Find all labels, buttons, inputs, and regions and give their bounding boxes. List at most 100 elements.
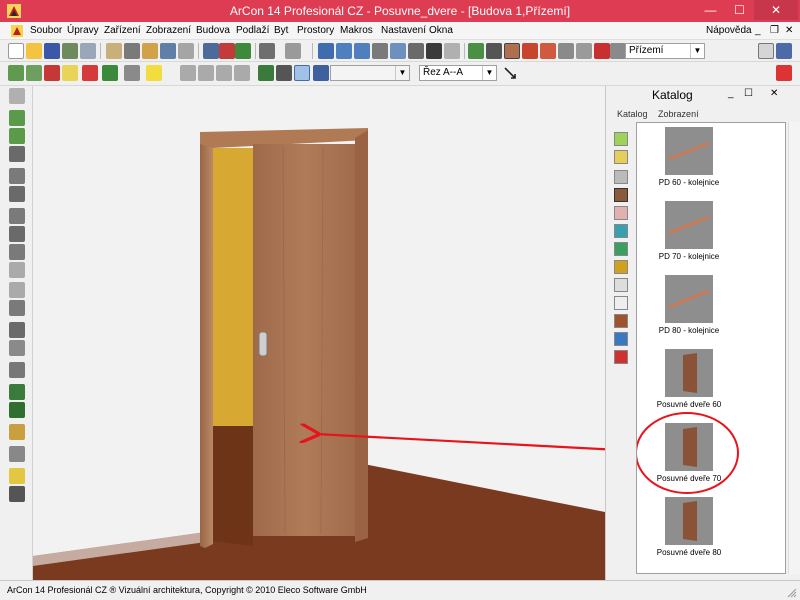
level-icon[interactable] (9, 282, 25, 298)
eyedropper-icon[interactable] (124, 65, 140, 81)
mdi-minimize-button[interactable]: _ (755, 25, 761, 36)
menu-prostory[interactable]: Prostory (297, 25, 334, 36)
section-arrow-icon[interactable] (502, 65, 518, 81)
move-object-icon[interactable] (9, 168, 25, 184)
pan-icon[interactable] (408, 43, 424, 59)
home-3d-icon[interactable] (219, 43, 235, 59)
sun-icon[interactable] (146, 65, 162, 81)
zoom-window-icon[interactable] (372, 43, 388, 59)
wall-icon[interactable] (44, 65, 60, 81)
copy-object-icon[interactable] (9, 226, 25, 242)
catalog-restore-button[interactable]: ☐ (744, 88, 753, 99)
eraser-icon[interactable] (9, 468, 25, 484)
railing-icon[interactable] (576, 43, 592, 59)
tab-zobrazeni[interactable]: Zobrazení (658, 109, 699, 119)
scene-render[interactable] (33, 86, 605, 580)
copy-icon[interactable] (124, 43, 140, 59)
chevron-down-icon[interactable]: ▼ (482, 66, 496, 80)
zoom-region-icon[interactable] (9, 128, 25, 144)
group-icon[interactable] (9, 300, 25, 316)
category-o2c-icon[interactable] (614, 296, 628, 310)
section-select[interactable]: Řez A--A ▼ (419, 65, 497, 81)
camera-icon[interactable] (610, 43, 626, 59)
category-plants-icon[interactable] (614, 242, 628, 256)
filter-icon[interactable] (614, 170, 628, 184)
zoom-in-icon[interactable] (336, 43, 352, 59)
dormer-icon[interactable] (540, 43, 556, 59)
align-icon[interactable] (9, 244, 25, 260)
walk-icon[interactable] (276, 65, 292, 81)
category-furniture-icon[interactable] (614, 132, 628, 146)
mirror-icon[interactable] (9, 208, 25, 224)
3d-viewport[interactable] (33, 86, 605, 580)
orbit-icon[interactable] (444, 43, 460, 59)
menu-soubor[interactable]: Soubor (30, 25, 62, 36)
zoom-all-icon[interactable] (390, 43, 406, 59)
measure-icon[interactable] (216, 65, 232, 81)
person-icon[interactable] (258, 65, 274, 81)
chevron-down-icon[interactable]: ▼ (690, 44, 704, 58)
close-button[interactable]: ✕ (754, 0, 798, 20)
menu-makros[interactable]: Makros (340, 25, 373, 36)
explode-icon[interactable] (9, 362, 25, 378)
switch-view-icon[interactable] (235, 43, 251, 59)
layers-icon[interactable] (9, 486, 25, 502)
terrain-icon[interactable] (468, 43, 484, 59)
maximize-button[interactable]: ☐ (725, 0, 754, 20)
roof-icon[interactable] (522, 43, 538, 59)
ramp-icon[interactable] (558, 43, 574, 59)
paste-icon[interactable] (142, 43, 158, 59)
pen-icon[interactable] (82, 65, 98, 81)
menu-okna[interactable]: Okna (429, 25, 453, 36)
category-tiles-icon[interactable] (614, 224, 628, 238)
menu-byt[interactable]: Byt (274, 25, 288, 36)
menu-zobrazeni[interactable]: Zobrazení (146, 25, 191, 36)
menu-upravy[interactable]: Úpravy (67, 25, 99, 36)
mdi-close-button[interactable]: ✕ (785, 25, 793, 36)
pointer-icon[interactable] (9, 88, 25, 104)
cube-icon[interactable] (62, 65, 78, 81)
select-2d-icon[interactable] (8, 65, 24, 81)
category-lights-icon[interactable] (614, 260, 628, 274)
catalog-scrollbar[interactable] (788, 122, 800, 574)
menu-podlazi[interactable]: Podlaží (236, 25, 269, 36)
snap-icon[interactable] (180, 65, 196, 81)
navigation-icon[interactable] (426, 43, 442, 59)
category-door-items-icon[interactable] (614, 314, 628, 328)
sliding-door-leaf[interactable] (253, 144, 355, 536)
stretch-icon[interactable] (9, 262, 25, 278)
zoom-out-icon[interactable] (354, 43, 370, 59)
texture-icon[interactable] (9, 424, 25, 440)
open-folder-icon[interactable] (26, 43, 42, 59)
redo-icon[interactable] (285, 43, 301, 59)
mdi-restore-button[interactable]: ❐ (770, 25, 779, 36)
menu-nastaveni[interactable]: Nastavení (381, 25, 426, 36)
minimize-button[interactable]: — (696, 0, 725, 20)
resize-grip-icon[interactable] (787, 588, 797, 598)
catalog-toggle-icon[interactable] (758, 43, 774, 59)
door-icon[interactable] (504, 43, 520, 59)
dimension-icon[interactable] (234, 65, 250, 81)
category-textures-icon[interactable] (614, 206, 628, 220)
building-icon[interactable] (203, 43, 219, 59)
category-windows-icon[interactable] (614, 332, 628, 346)
zoom-icon[interactable] (318, 43, 334, 59)
layout-icon[interactable] (776, 43, 792, 59)
select-area-icon[interactable] (26, 65, 42, 81)
grid-icon[interactable] (178, 43, 194, 59)
snap-points-icon[interactable] (198, 65, 214, 81)
catalog-minimize-button[interactable]: _ (728, 88, 734, 99)
save-icon[interactable] (44, 43, 60, 59)
menu-napoveda[interactable]: Nápověda (706, 25, 752, 36)
properties-icon[interactable] (160, 43, 176, 59)
stairs-icon[interactable] (486, 43, 502, 59)
menu-zarizeni[interactable]: Zařízení (104, 25, 141, 36)
category-doors-icon[interactable] (614, 188, 628, 202)
column-icon[interactable] (9, 340, 25, 356)
catalog-close-button[interactable]: ✕ (770, 88, 778, 99)
fill-icon[interactable] (9, 402, 25, 418)
category-symbols-icon[interactable] (614, 278, 628, 292)
paint-icon[interactable] (102, 65, 118, 81)
move-icon[interactable] (294, 65, 310, 81)
zoom-frame-icon[interactable] (9, 110, 25, 126)
